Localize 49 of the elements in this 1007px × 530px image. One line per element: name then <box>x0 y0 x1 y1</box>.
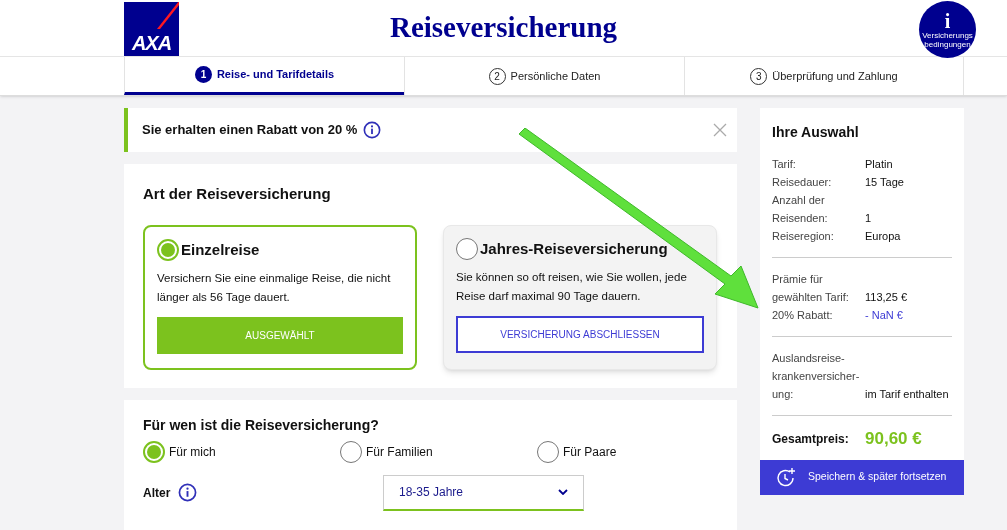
option-card[interactable]: Jahres-Reiseversicherung Sie können so oft reisen, wie Sie wollen, jede Reise darf maximal 90 Tage dauern. VERSICHERUNG ABSCHLIESSEN <box>443 224 717 370</box>
field-label: Alter <box>143 484 171 502</box>
page-title: Reiseversicherung <box>389 10 618 46</box>
step-tab[interactable]: 2 Persönliche Daten <box>404 57 684 95</box>
step-tab[interactable]: 1 Reise- und Tarifdetails <box>124 57 404 95</box>
option-description: Versichern Sie eine einmalige Reise, die nicht länger als 56 Tage dauert. <box>157 271 392 305</box>
notice-text: Sie erhalten einen Rabatt von 20 % <box>142 121 358 140</box>
save-button[interactable]: Speichern & später fortsetzen <box>760 459 964 495</box>
section-heading: Art der Reiseversicherung <box>143 184 332 204</box>
summary-label: Reiseregion: <box>772 229 835 244</box>
total-price: 90,60 € <box>865 428 922 450</box>
option-title: Jahres-Reiseversicherung <box>480 238 668 259</box>
section-heading: Für wen ist die Reiseversicherung? <box>143 415 380 435</box>
summary-label: Tarif: <box>772 157 797 172</box>
summary-title: Ihre Auswahl <box>772 123 860 142</box>
summary-value: im Tarif enthalten <box>865 387 949 402</box>
choose-button[interactable]: VERSICHERUNG ABSCHLIESSEN <box>456 316 704 353</box>
radio-button[interactable] <box>157 238 179 261</box>
radio-button[interactable] <box>456 237 478 260</box>
radio-label[interactable]: Für Paare <box>563 442 617 461</box>
summary-label: Prämie für gewählten Tarif: <box>772 272 850 305</box>
radio-button[interactable] <box>143 440 165 463</box>
clock-plus-icon <box>776 467 796 487</box>
summary-value: - NaN € <box>865 308 903 323</box>
summary-label: 20% Rabatt: <box>772 308 834 323</box>
option-description: Sie können so oft reisen, wie Sie wollen, jede Reise darf maximal 90 Tage dauern. <box>456 270 688 304</box>
summary-value: Platin <box>865 157 893 172</box>
info-icon[interactable] <box>363 121 382 139</box>
logo[interactable]: AXA <box>124 2 179 56</box>
option-title: Einzelreise <box>181 239 260 260</box>
radio-label[interactable]: Für mich <box>169 442 216 461</box>
info-icon[interactable] <box>178 483 198 502</box>
radio-label[interactable]: Für Familien <box>366 442 433 461</box>
radio-button[interactable] <box>340 440 362 463</box>
summary-value: 15 Tage <box>865 175 904 190</box>
summary-label: Auslandsreise-krankenversicher-ung: <box>772 351 861 402</box>
age-dropdown[interactable]: 18-35 Jahre <box>383 474 584 511</box>
close-icon[interactable] <box>713 123 727 137</box>
summary-value: Europa <box>865 229 901 244</box>
terms-button[interactable]: i Versicherungs bedingungen <box>919 1 976 58</box>
summary-label: Anzahl der Reisenden: <box>772 193 829 226</box>
chevron-down-icon <box>558 489 568 495</box>
radio-button[interactable] <box>537 440 559 463</box>
total-label: Gesamtpreis: <box>772 430 850 448</box>
summary-label: Reisedauer: <box>772 175 833 190</box>
option-card[interactable]: Einzelreise Versichern Sie eine einmalige Reise, die nicht länger als 56 Tage dauert. AUSGEWÄHLT <box>143 224 417 370</box>
step-tab[interactable]: 3 Überprüfung und Zahlung <box>684 57 964 95</box>
summary-value: 1 <box>865 211 872 226</box>
summary-value: 113,25 € <box>865 290 907 305</box>
